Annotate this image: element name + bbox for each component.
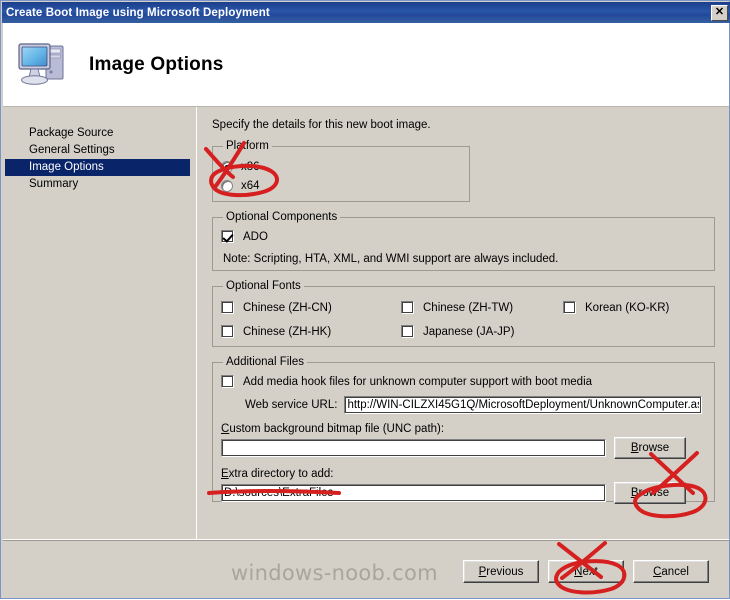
optional-components-legend: Optional Components bbox=[226, 211, 338, 223]
optional-fonts-legend: Optional Fonts bbox=[226, 280, 301, 292]
sidebar-item-image-options[interactable]: Image Options bbox=[5, 159, 190, 176]
checkbox-font-ja-jp-indicator[interactable] bbox=[401, 325, 414, 338]
extra-directory-input[interactable] bbox=[221, 484, 606, 502]
checkbox-font-zh-hk[interactable]: Chinese (ZH-HK) bbox=[221, 322, 401, 341]
sidebar-item-general-settings[interactable]: General Settings bbox=[3, 142, 196, 159]
additional-files-legend: Additional Files bbox=[226, 356, 304, 368]
checkbox-ado[interactable]: ADO bbox=[221, 227, 706, 246]
platform-group: Platform x86 x64 bbox=[212, 140, 470, 202]
wizard-steps-sidebar: Package Source General Settings Image Op… bbox=[3, 107, 197, 539]
sidebar-item-summary[interactable]: Summary bbox=[3, 176, 196, 193]
checkbox-font-zh-tw-indicator[interactable] bbox=[401, 301, 414, 314]
checkbox-font-ja-jp[interactable]: Japanese (JA-JP) bbox=[401, 322, 563, 341]
radio-x86[interactable]: x86 bbox=[221, 157, 461, 176]
bitmap-path-input[interactable] bbox=[221, 439, 606, 457]
checkbox-font-ko-kr[interactable]: Korean (KO-KR) bbox=[563, 298, 706, 317]
checkbox-media-hook-indicator[interactable] bbox=[221, 375, 234, 388]
checkbox-font-zh-tw[interactable]: Chinese (ZH-TW) bbox=[401, 298, 563, 317]
dialog-window: Create Boot Image using Microsoft Deploy… bbox=[0, 0, 730, 599]
radio-x86-indicator[interactable] bbox=[221, 160, 233, 173]
radio-x64[interactable]: x64 bbox=[221, 176, 461, 195]
page-title: Image Options bbox=[89, 53, 224, 75]
footer-divider bbox=[3, 540, 729, 541]
close-icon[interactable]: ✕ bbox=[711, 4, 728, 21]
extra-directory-label: Extra directory to add: bbox=[221, 468, 334, 480]
cancel-button[interactable]: Cancel bbox=[633, 560, 709, 583]
window-title: Create Boot Image using Microsoft Deploy… bbox=[6, 6, 270, 19]
header-banner: Image Options bbox=[3, 23, 729, 107]
checkbox-font-ja-jp-label: Japanese (JA-JP) bbox=[423, 325, 515, 338]
optional-fonts-group: Optional Fonts Chinese (ZH-CN) Chinese (… bbox=[212, 280, 715, 347]
checkbox-font-zh-cn-indicator[interactable] bbox=[221, 301, 234, 314]
checkbox-font-zh-cn-label: Chinese (ZH-CN) bbox=[243, 301, 332, 314]
checkbox-font-zh-hk-label: Chinese (ZH-HK) bbox=[243, 325, 332, 338]
sidebar-item-package-source[interactable]: Package Source bbox=[3, 125, 196, 142]
optional-components-group: Optional Components ADO Note: Scripting,… bbox=[212, 211, 715, 271]
previous-button[interactable]: Previous bbox=[463, 560, 539, 583]
radio-x64-indicator[interactable] bbox=[221, 179, 233, 192]
intro-text: Specify the details for this new boot im… bbox=[212, 119, 431, 131]
checkbox-media-hook[interactable]: Add media hook files for unknown compute… bbox=[221, 372, 706, 391]
components-note: Note: Scripting, HTA, XML, and WMI suppo… bbox=[223, 253, 559, 265]
checkbox-ado-indicator[interactable] bbox=[221, 230, 234, 243]
checkbox-media-hook-label: Add media hook files for unknown compute… bbox=[243, 375, 593, 388]
radio-x86-label: x86 bbox=[241, 160, 260, 173]
browse-extra-directory-button[interactable]: Browse bbox=[614, 482, 686, 504]
checkbox-font-ko-kr-indicator[interactable] bbox=[563, 301, 576, 314]
radio-x64-label: x64 bbox=[241, 179, 260, 192]
additional-files-group: Additional Files Add media hook files fo… bbox=[212, 356, 715, 504]
bitmap-path-label: Custom background bitmap file (UNC path)… bbox=[221, 423, 445, 435]
title-bar: Create Boot Image using Microsoft Deploy… bbox=[2, 2, 730, 23]
computer-icon bbox=[18, 42, 64, 85]
checkbox-font-zh-cn[interactable]: Chinese (ZH-CN) bbox=[221, 298, 401, 317]
web-service-url-input[interactable] bbox=[344, 396, 703, 414]
checkbox-font-zh-tw-label: Chinese (ZH-TW) bbox=[423, 301, 514, 314]
web-service-url-label: Web service URL: bbox=[245, 399, 338, 411]
platform-group-legend: Platform bbox=[226, 140, 269, 152]
content-pane: Specify the details for this new boot im… bbox=[198, 107, 729, 539]
checkbox-ado-label: ADO bbox=[243, 230, 268, 243]
browse-bitmap-button[interactable]: Browse bbox=[614, 437, 686, 459]
checkbox-font-ko-kr-label: Korean (KO-KR) bbox=[585, 301, 670, 314]
checkbox-font-zh-hk-indicator[interactable] bbox=[221, 325, 234, 338]
next-button[interactable]: Next bbox=[548, 560, 624, 583]
footer-bar: Previous Next Cancel bbox=[3, 539, 729, 598]
